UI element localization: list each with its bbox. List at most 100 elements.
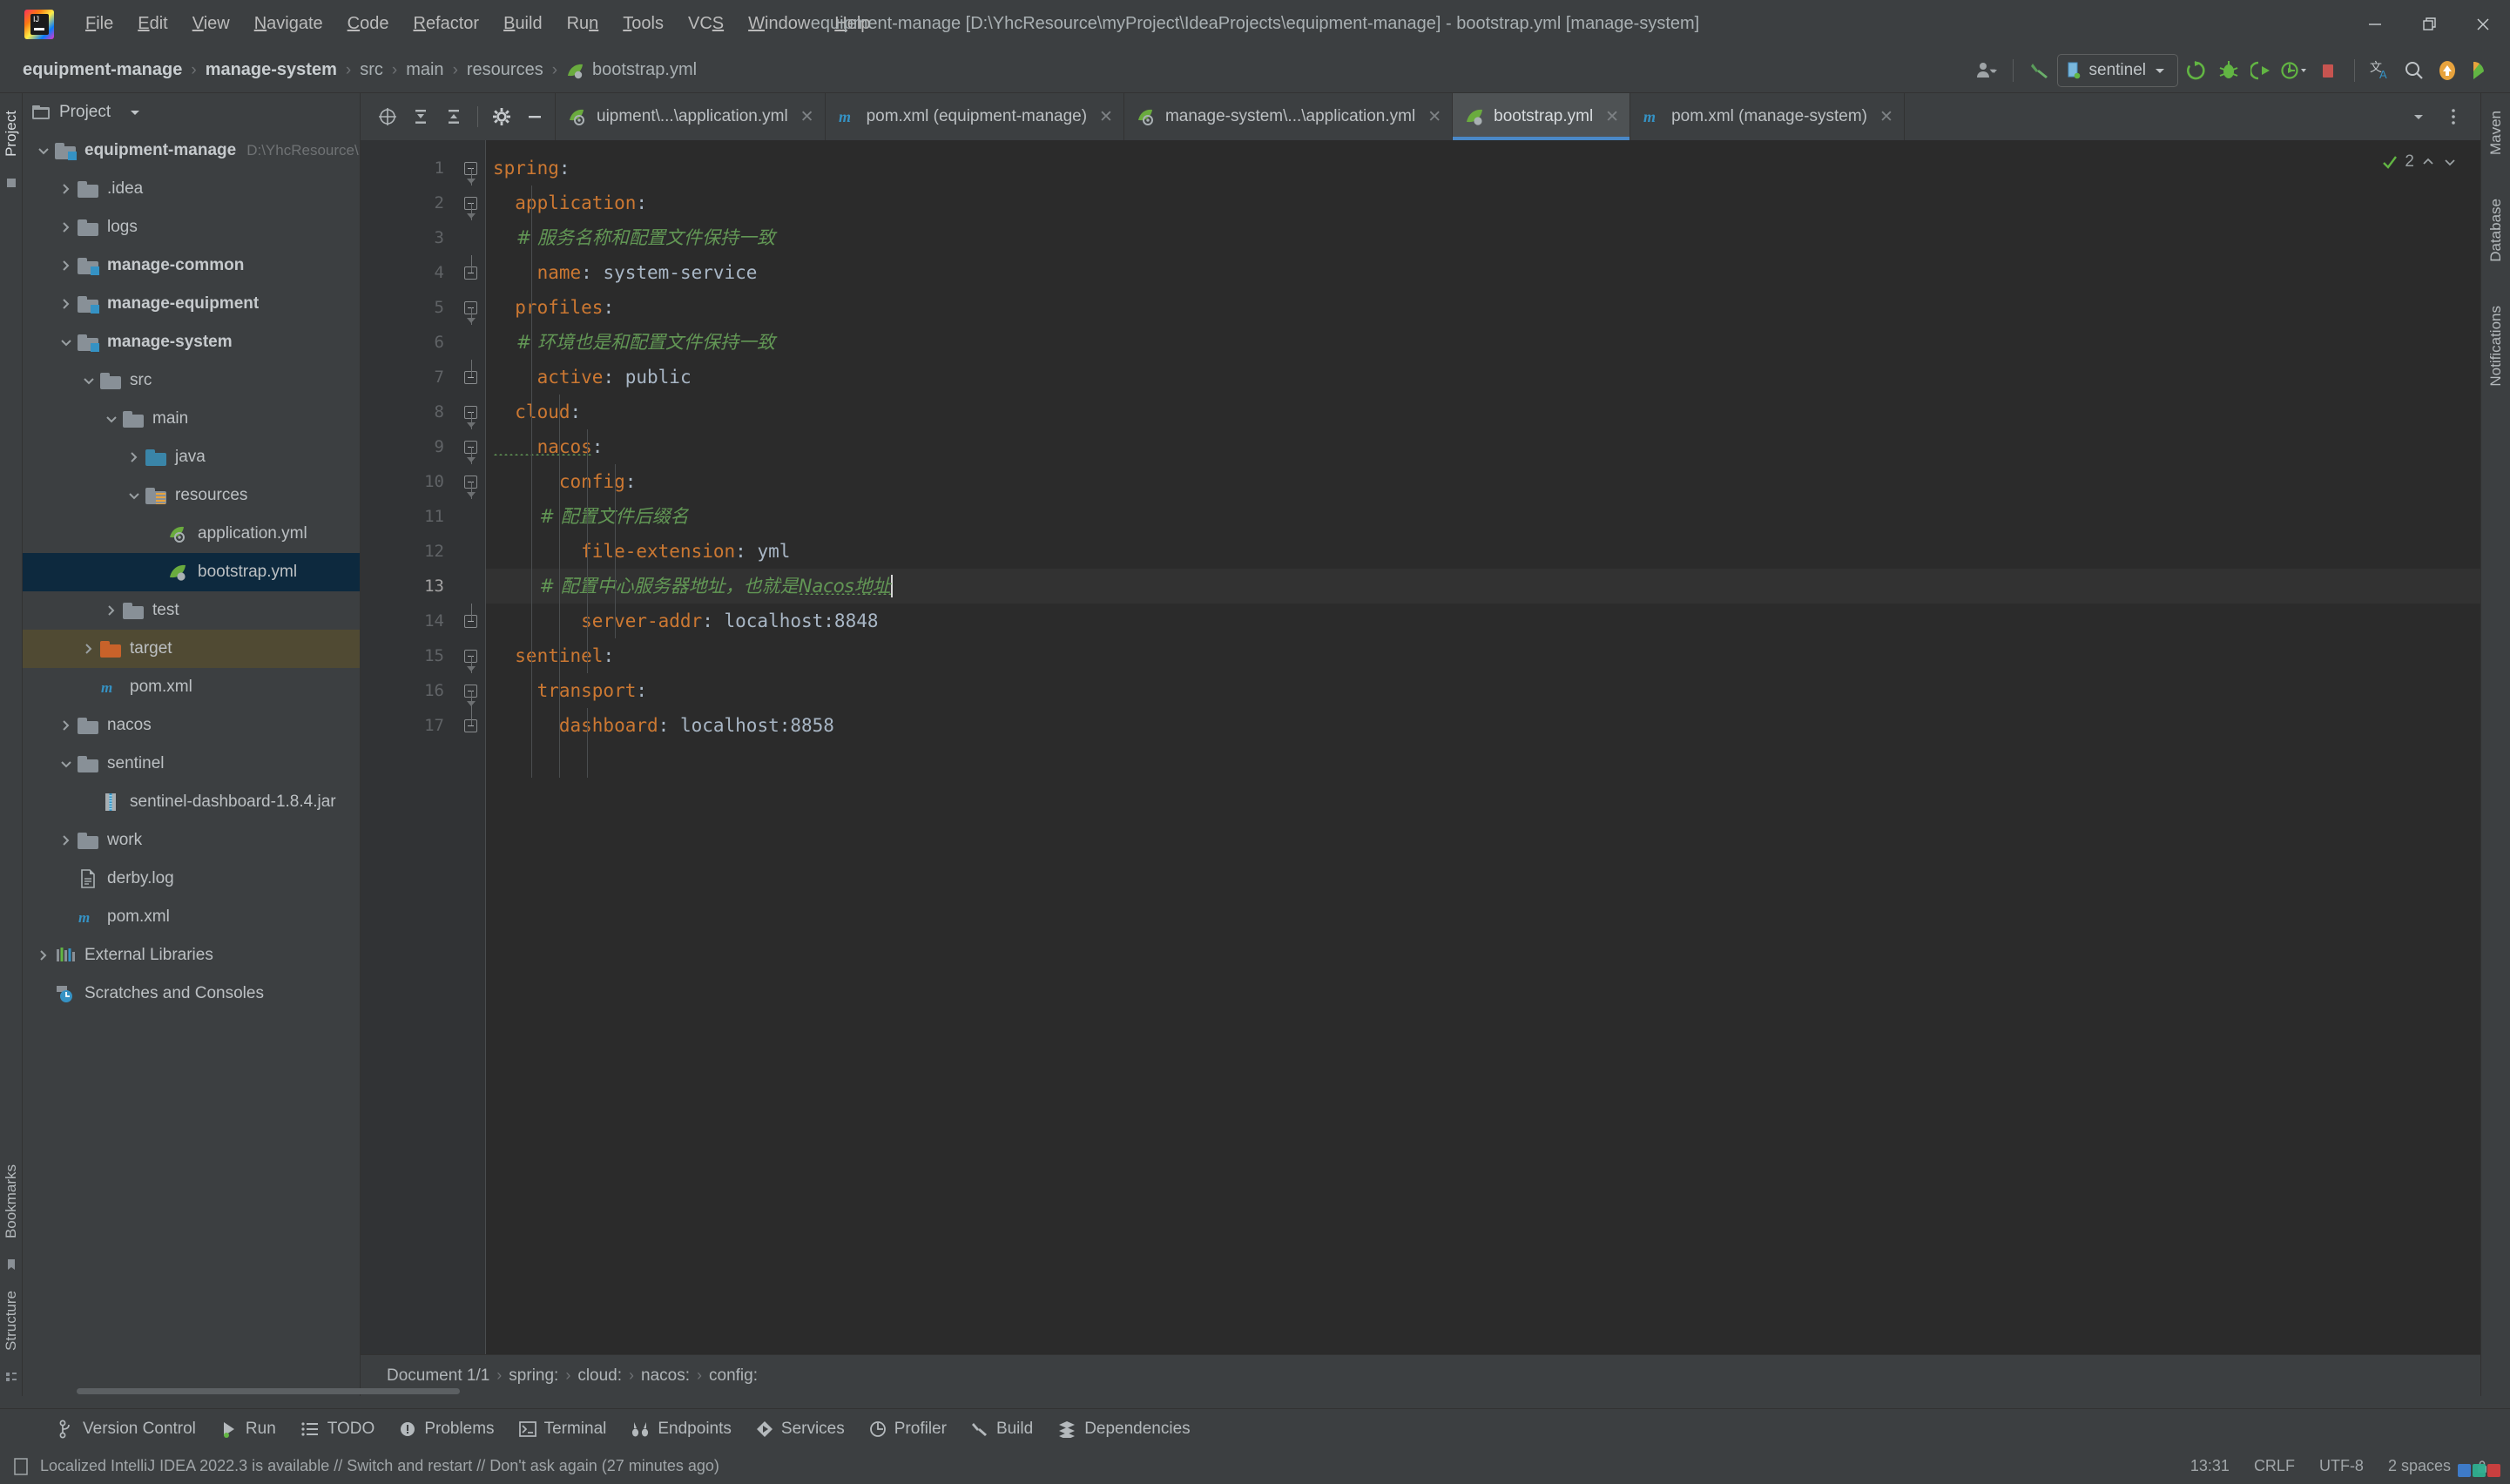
breadcrumb-item-equipment-manage[interactable]: equipment-manage xyxy=(17,57,187,83)
fold-marker[interactable] xyxy=(456,604,485,638)
close-button[interactable] xyxy=(2456,0,2510,48)
fold-marker[interactable] xyxy=(456,638,485,673)
fold-marker[interactable] xyxy=(456,360,485,395)
rerun-icon[interactable] xyxy=(2180,53,2211,88)
code-folding-strip[interactable] xyxy=(456,140,486,1354)
editor-breadcrumb-item[interactable]: nacos: xyxy=(634,1365,697,1387)
code-line[interactable]: application: xyxy=(486,186,2480,220)
tree-node-derby.log[interactable]: derby.log xyxy=(23,860,360,898)
chevron-right-icon[interactable] xyxy=(56,833,77,848)
chevron-right-icon[interactable] xyxy=(56,219,77,235)
fold-marker[interactable] xyxy=(456,186,485,220)
menu-item-navigate[interactable]: Navigate xyxy=(242,10,335,37)
bookmark-icon[interactable] xyxy=(4,1258,18,1272)
tool-window-build[interactable]: Build xyxy=(959,1416,1045,1442)
run-with-coverage-icon[interactable] xyxy=(2246,53,2277,88)
code-line[interactable]: active: public xyxy=(486,360,2480,395)
tree-node-java[interactable]: java xyxy=(23,438,360,476)
right-strip-tab-notifications[interactable]: Notifications xyxy=(2485,295,2507,397)
tool-window-endpoints[interactable]: Endpoints xyxy=(618,1416,744,1442)
tree-node-application.yml[interactable]: application.yml xyxy=(23,515,360,553)
chevron-right-icon[interactable] xyxy=(101,603,122,618)
fold-marker[interactable] xyxy=(456,151,485,186)
close-icon[interactable]: ✕ xyxy=(1879,107,1893,127)
tab-list-chevron-down-icon[interactable] xyxy=(2404,99,2433,134)
fold-marker[interactable] xyxy=(456,395,485,429)
tool-window-profiler[interactable]: Profiler xyxy=(857,1416,959,1442)
tool-window-version-control[interactable]: Version Control xyxy=(45,1416,208,1442)
code-line[interactable]: sentinel: xyxy=(486,638,2480,673)
search-everywhere-icon[interactable] xyxy=(2399,53,2430,88)
tree-node-sentinel-dashboard-1.8.4.jar[interactable]: sentinel-dashboard-1.8.4.jar xyxy=(23,783,360,821)
code-line[interactable]: config: xyxy=(486,464,2480,499)
code-line[interactable]: spring: xyxy=(486,151,2480,186)
minimize-button[interactable] xyxy=(2348,0,2402,48)
menu-item-code[interactable]: Code xyxy=(335,10,401,37)
tree-node-resources[interactable]: resources xyxy=(23,476,360,515)
stop-icon[interactable] xyxy=(2312,53,2344,88)
tree-node-target[interactable]: target xyxy=(23,630,360,668)
status-line-separator[interactable]: CRLF xyxy=(2242,1454,2307,1478)
code-line[interactable]: file-extension: yml xyxy=(486,534,2480,569)
tree-node-work[interactable]: work xyxy=(23,821,360,860)
code-line[interactable]: # 服务名称和配置文件保持一致 xyxy=(486,220,2480,255)
tool-window-problems[interactable]: Problems xyxy=(387,1416,506,1442)
user-account-icon[interactable] xyxy=(1971,53,2002,88)
chevron-right-icon[interactable] xyxy=(56,718,77,733)
editor-breadcrumb-item[interactable]: config: xyxy=(702,1365,765,1387)
status-message[interactable]: Localized IntelliJ IDEA 2022.3 is availa… xyxy=(0,1457,719,1476)
tool-window-run[interactable]: Run xyxy=(208,1416,288,1442)
commit-icon[interactable] xyxy=(4,176,18,190)
structure-icon[interactable] xyxy=(4,1370,18,1384)
tool-window-services[interactable]: Services xyxy=(744,1416,857,1442)
expand-all-icon[interactable] xyxy=(406,99,435,134)
left-strip-tab-structure[interactable]: Structure xyxy=(0,1280,23,1361)
close-icon[interactable]: ✕ xyxy=(800,107,814,127)
fold-marker[interactable] xyxy=(456,429,485,464)
maximize-restore-button[interactable] xyxy=(2402,0,2456,48)
tree-node-sentinel[interactable]: sentinel xyxy=(23,745,360,783)
editor-tab-pom.xml-manage-system-[interactable]: m pom.xml (manage-system) ✕ xyxy=(1630,93,1905,140)
code-line[interactable]: name: system-service xyxy=(486,255,2480,290)
menu-item-vcs[interactable]: VCS xyxy=(676,10,736,37)
chevron-right-icon[interactable] xyxy=(56,181,77,197)
ide-feature-trainer-icon[interactable] xyxy=(2465,53,2496,88)
code-line[interactable]: # 环境也是和配置文件保持一致 xyxy=(486,325,2480,360)
close-icon[interactable]: ✕ xyxy=(1099,107,1113,127)
tree-node-manage-common[interactable]: manage-common xyxy=(23,246,360,285)
breadcrumb-item-src[interactable]: src xyxy=(354,57,388,83)
editor-tab-bootstrap.yml[interactable]: bootstrap.yml ✕ xyxy=(1453,93,1631,140)
fold-marker[interactable] xyxy=(456,255,485,290)
breadcrumb-item-bootstrap-yml[interactable]: bootstrap.yml xyxy=(561,57,702,83)
project-panel-hscrollbar[interactable] xyxy=(23,1386,460,1396)
more-vertical-icon[interactable] xyxy=(2439,99,2468,134)
profiler-dropdown-icon[interactable] xyxy=(2279,53,2311,88)
tool-window-dependencies[interactable]: Dependencies xyxy=(1045,1416,1202,1442)
right-strip-tab-maven[interactable]: Maven xyxy=(2485,100,2507,165)
collapse-all-icon[interactable] xyxy=(439,99,469,134)
chevron-down-icon[interactable] xyxy=(78,374,99,388)
chevron-right-icon[interactable] xyxy=(56,258,77,273)
tree-node-nacos[interactable]: nacos xyxy=(23,706,360,745)
chevron-right-icon[interactable] xyxy=(56,296,77,312)
tree-node-external-libraries[interactable]: External Libraries xyxy=(23,936,360,975)
menu-item-run[interactable]: Run xyxy=(555,10,611,37)
breadcrumb-item-main[interactable]: main xyxy=(401,57,449,83)
chevron-right-icon[interactable] xyxy=(78,641,99,657)
tree-node-pom.xml[interactable]: m pom.xml xyxy=(23,898,360,936)
status-encoding[interactable]: UTF-8 xyxy=(2307,1454,2376,1478)
editor-breadcrumb-item[interactable]: cloud: xyxy=(570,1365,629,1387)
code-line[interactable]: # 配置文件后缀名 xyxy=(486,499,2480,534)
code-line[interactable]: nacos: xyxy=(486,429,2480,464)
chevron-down-icon[interactable] xyxy=(128,107,142,118)
menu-item-help[interactable]: Help xyxy=(822,10,882,37)
editor-tab-manage-system-...-application.yml[interactable]: manage-system\...\application.yml ✕ xyxy=(1124,93,1454,140)
tree-node-.idea[interactable]: .idea xyxy=(23,170,360,208)
chevron-up-icon[interactable] xyxy=(2420,156,2436,168)
fold-marker[interactable] xyxy=(456,290,485,325)
menu-item-edit[interactable]: Edit xyxy=(125,10,179,37)
chevron-down-icon[interactable] xyxy=(56,757,77,771)
menu-item-refactor[interactable]: Refactor xyxy=(401,10,491,37)
tree-node-pom.xml[interactable]: m pom.xml xyxy=(23,668,360,706)
code-line[interactable]: transport: xyxy=(486,673,2480,708)
